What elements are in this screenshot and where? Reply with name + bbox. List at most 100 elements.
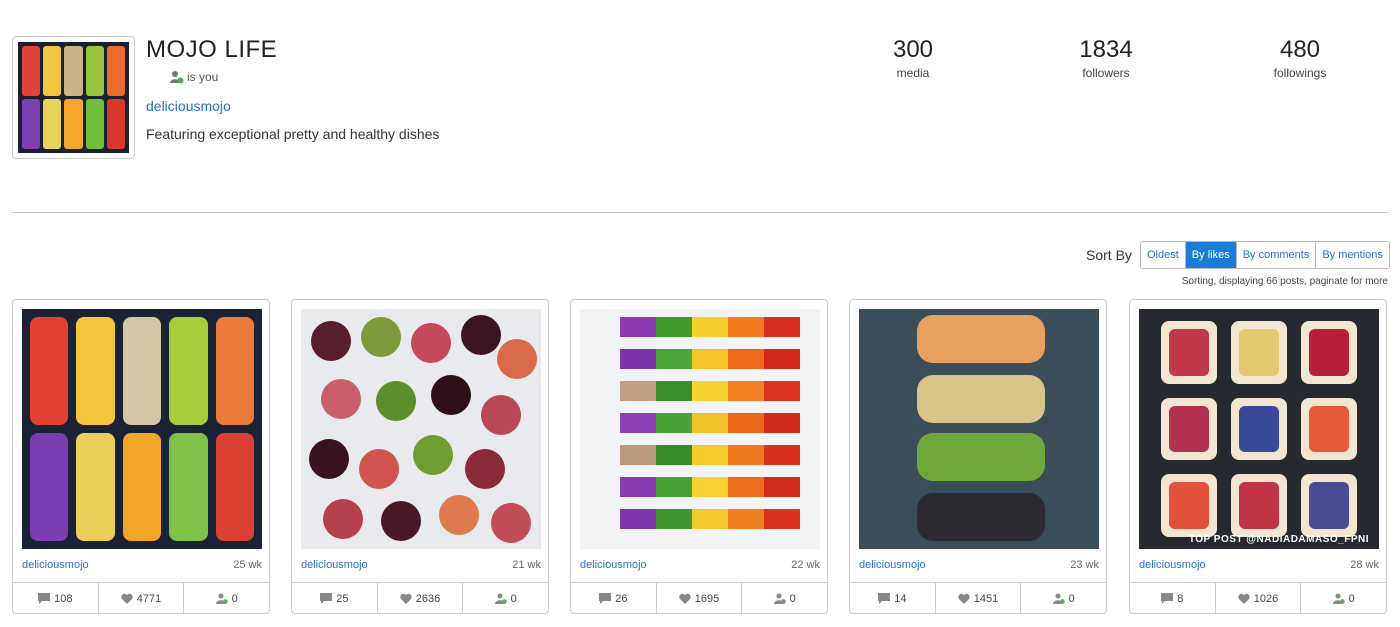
- user-mention-icon: [1052, 593, 1065, 604]
- post-meta: deliciousmojo 22 wk: [580, 559, 820, 571]
- sort-status-note: Sorting, displaying 66 posts, paginate f…: [1181, 276, 1388, 287]
- sort-by-likes-button[interactable]: By likes: [1185, 242, 1237, 268]
- comments-value: 14: [894, 592, 907, 605]
- heart-icon: [958, 593, 970, 604]
- likes-count[interactable]: 1451: [936, 583, 1022, 614]
- user-mention-icon: [494, 593, 507, 604]
- comments-count[interactable]: 26: [571, 583, 657, 614]
- stat-followers-label: followers: [1082, 66, 1130, 80]
- stat-followers: 1834 followers: [1046, 36, 1166, 80]
- stat-media-value: 300: [892, 36, 934, 63]
- is-you-label: is you: [187, 70, 219, 84]
- user-check-icon: [170, 71, 184, 84]
- heart-icon: [1238, 593, 1250, 604]
- post-meta: deliciousmojo 28 wk: [1139, 559, 1379, 571]
- sort-by-comments-button[interactable]: By comments: [1236, 242, 1317, 268]
- post-username-link[interactable]: deliciousmojo: [301, 559, 368, 571]
- stat-followings: 480 followings: [1240, 36, 1360, 80]
- stat-media: 300 media: [853, 36, 973, 80]
- likes-value: 1695: [694, 592, 720, 605]
- sort-button-group: Oldest By likes By comments By mentions: [1140, 241, 1390, 269]
- comment-icon: [878, 593, 891, 604]
- user-mention-icon: [773, 593, 786, 604]
- heart-icon: [679, 593, 691, 604]
- avatar-image: [18, 42, 129, 153]
- sort-label: Sort By: [1086, 247, 1132, 263]
- mentions-value: 0: [510, 592, 517, 605]
- post-card: deliciousmojo 25 wk 108 4771 0: [12, 299, 270, 614]
- post-card: deliciousmojo 23 wk 14 1451 0: [849, 299, 1107, 614]
- post-card: deliciousmojo 22 wk 26 1695 0: [570, 299, 828, 614]
- likes-count[interactable]: 1695: [657, 583, 743, 614]
- comments-count[interactable]: 14: [850, 583, 936, 614]
- post-stats-bar: 26 1695 0: [571, 582, 827, 614]
- profile-username-link[interactable]: deliciousmojo: [146, 98, 231, 114]
- likes-value: 2636: [415, 592, 441, 605]
- post-card: deliciousmojo 21 wk 25 2636 0: [291, 299, 549, 614]
- post-age: 25 wk: [233, 559, 262, 571]
- post-thumbnail[interactable]: [580, 309, 820, 549]
- post-card: TOP POST @NADIADAMASO_FPNI deliciousmojo…: [1129, 299, 1387, 614]
- post-meta: deliciousmojo 21 wk: [301, 559, 541, 571]
- comments-value: 108: [54, 592, 73, 605]
- post-stats-bar: 8 1026 0: [1130, 582, 1386, 614]
- sort-oldest-button[interactable]: Oldest: [1141, 242, 1186, 268]
- post-username-link[interactable]: deliciousmojo: [22, 559, 89, 571]
- post-username-link[interactable]: deliciousmojo: [859, 559, 926, 571]
- comments-count[interactable]: 108: [13, 583, 99, 614]
- post-grid: deliciousmojo 25 wk 108 4771 0 delicious…: [12, 299, 1388, 615]
- likes-count[interactable]: 1026: [1216, 583, 1302, 614]
- mentions-count[interactable]: 0: [742, 583, 827, 614]
- post-thumbnail[interactable]: [301, 309, 541, 549]
- comments-count[interactable]: 8: [1130, 583, 1216, 614]
- post-thumbnail[interactable]: [22, 309, 262, 549]
- stat-followers-value: 1834: [1079, 36, 1133, 63]
- comment-icon: [599, 593, 612, 604]
- mentions-value: 0: [1348, 592, 1355, 605]
- is-you-indicator: is you: [170, 70, 218, 84]
- stat-followings-label: followings: [1273, 66, 1327, 80]
- post-age: 22 wk: [791, 559, 820, 571]
- mentions-count[interactable]: 0: [1021, 583, 1106, 614]
- post-thumbnail[interactable]: TOP POST @NADIADAMASO_FPNI: [1139, 309, 1379, 549]
- mentions-count[interactable]: 0: [463, 583, 548, 614]
- post-thumbnail[interactable]: [859, 309, 1099, 549]
- mentions-value: 0: [789, 592, 796, 605]
- likes-value: 1451: [973, 592, 999, 605]
- post-stats-bar: 14 1451 0: [850, 582, 1106, 614]
- header-divider: [12, 212, 1388, 213]
- user-mention-icon: [215, 593, 228, 604]
- mentions-value: 0: [1068, 592, 1075, 605]
- comments-value: 25: [336, 592, 349, 605]
- post-age: 21 wk: [512, 559, 541, 571]
- post-age: 23 wk: [1070, 559, 1099, 571]
- likes-value: 4771: [136, 592, 162, 605]
- stat-media-label: media: [896, 66, 930, 80]
- post-username-link[interactable]: deliciousmojo: [580, 559, 647, 571]
- post-username-link[interactable]: deliciousmojo: [1139, 559, 1206, 571]
- post-age: 28 wk: [1350, 559, 1379, 571]
- stat-followings-value: 480: [1279, 36, 1321, 63]
- comment-icon: [320, 593, 333, 604]
- post-meta: deliciousmojo 23 wk: [859, 559, 1099, 571]
- mentions-count[interactable]: 0: [1301, 583, 1386, 614]
- comments-value: 26: [615, 592, 628, 605]
- profile-avatar[interactable]: [12, 36, 135, 159]
- comment-icon: [38, 593, 51, 604]
- sort-by-mentions-button[interactable]: By mentions: [1316, 242, 1389, 268]
- profile-header: MOJO LIFE is you deliciousmojo Featuring…: [12, 36, 1388, 166]
- mentions-value: 0: [231, 592, 238, 605]
- heart-icon: [400, 593, 412, 604]
- likes-count[interactable]: 2636: [378, 583, 464, 614]
- heart-icon: [121, 593, 133, 604]
- user-mention-icon: [1332, 593, 1345, 604]
- post-meta: deliciousmojo 25 wk: [22, 559, 262, 571]
- post-image-caption: TOP POST @NADIADAMASO_FPNI: [1188, 534, 1369, 545]
- comments-value: 8: [1177, 592, 1184, 605]
- likes-count[interactable]: 4771: [99, 583, 185, 614]
- profile-name: MOJO LIFE: [146, 36, 278, 63]
- comments-count[interactable]: 25: [292, 583, 378, 614]
- post-stats-bar: 25 2636 0: [292, 582, 548, 614]
- mentions-count[interactable]: 0: [184, 583, 269, 614]
- profile-bio: Featuring exceptional pretty and healthy…: [146, 126, 440, 142]
